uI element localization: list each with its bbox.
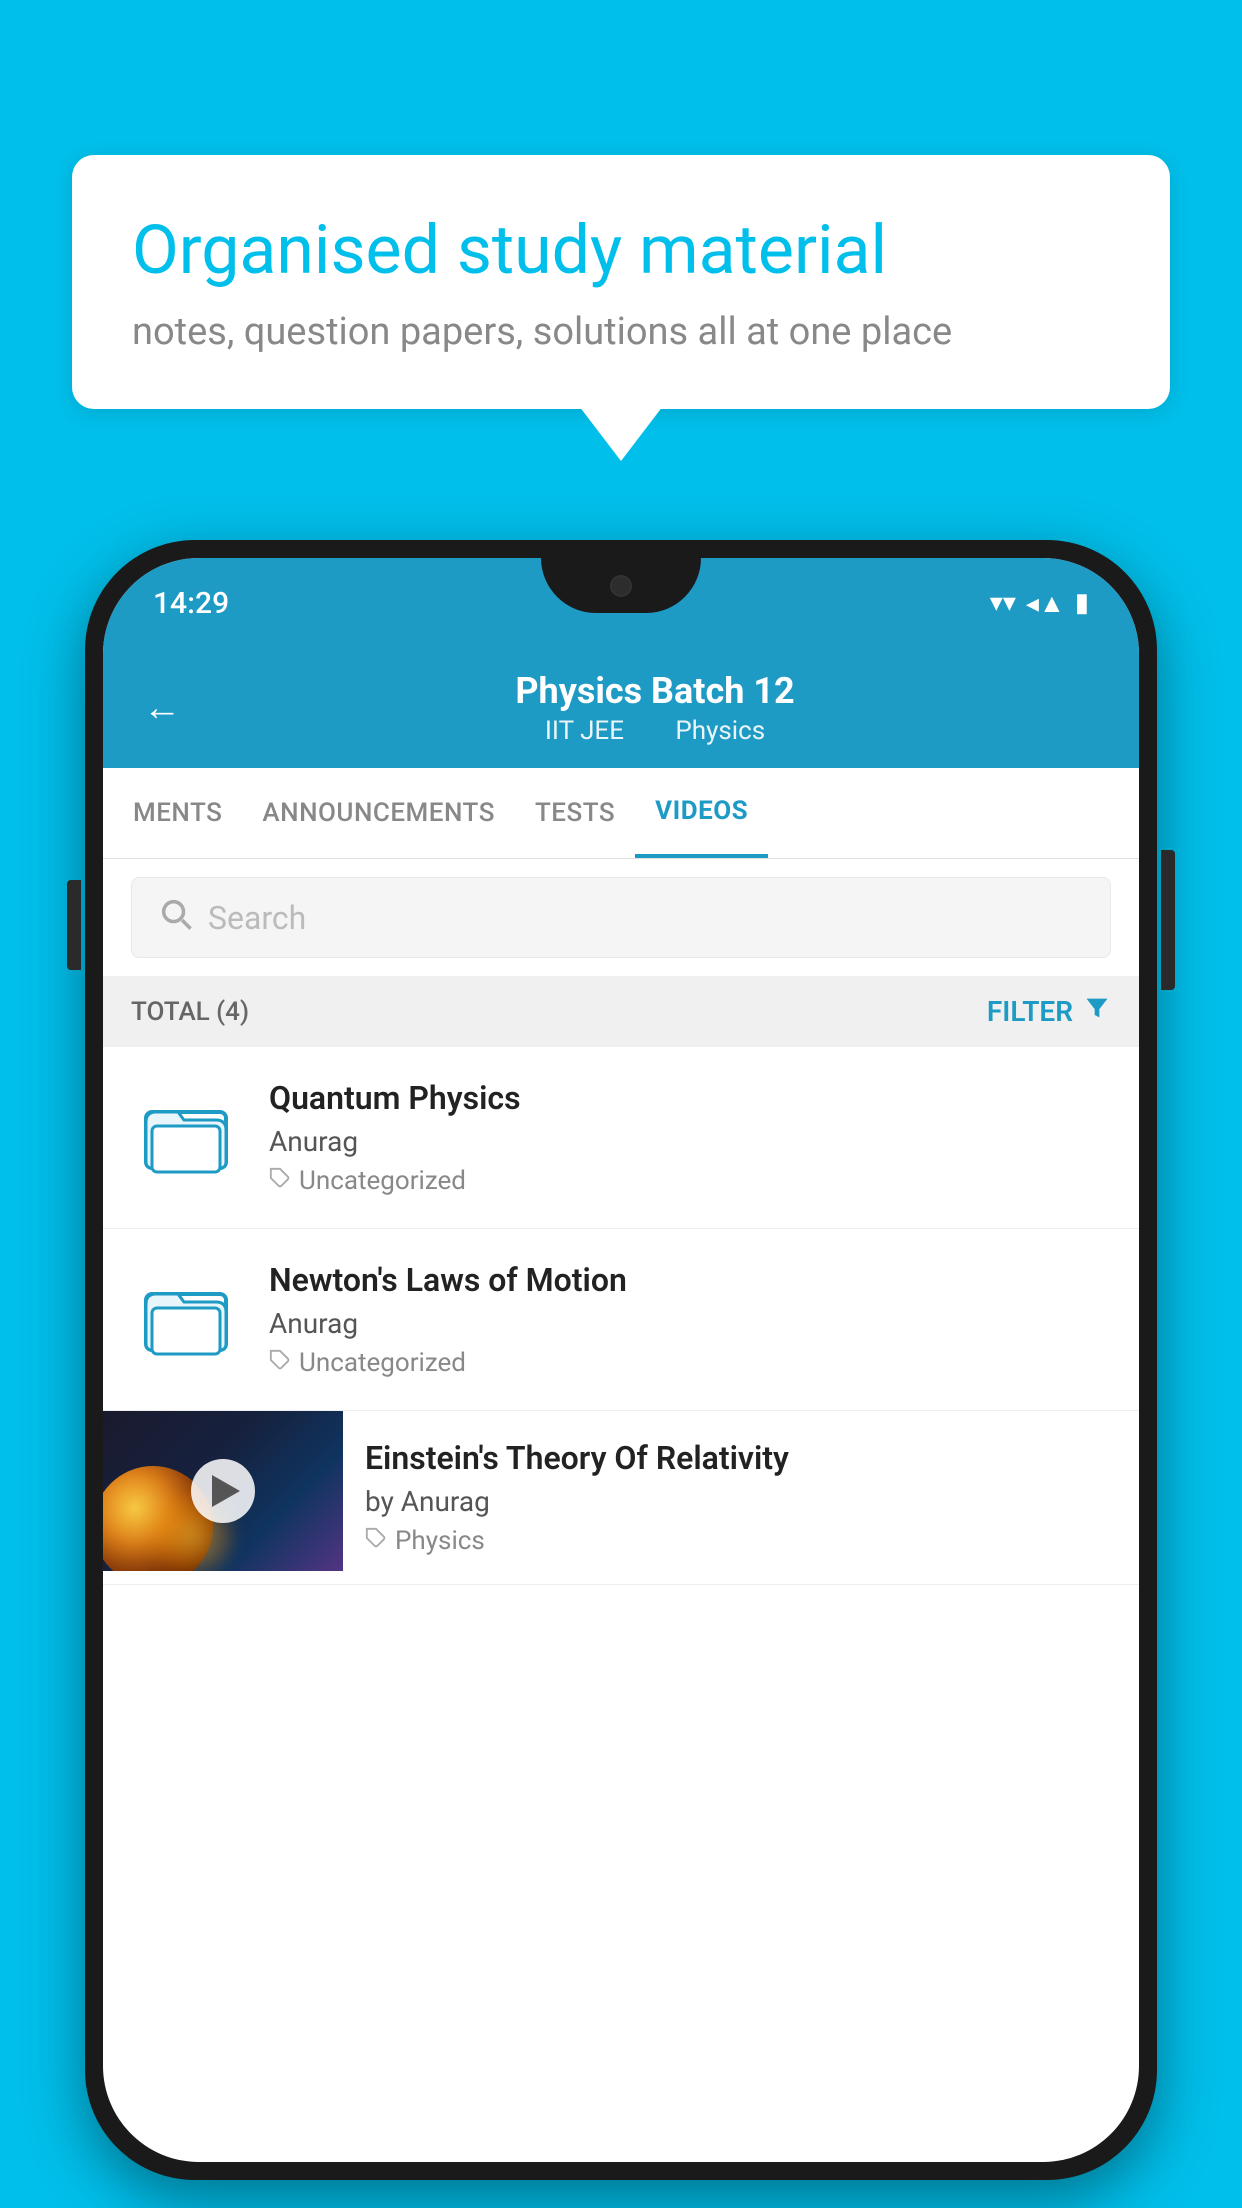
total-count: TOTAL (4) [131, 997, 249, 1027]
video-tag-quantum: Uncategorized [269, 1166, 1111, 1196]
video-item-newton[interactable]: Newton's Laws of Motion Anurag Uncategor… [103, 1229, 1139, 1411]
filter-button[interactable]: FILTER [987, 994, 1111, 1029]
search-placeholder: Search [208, 899, 306, 937]
speech-bubble-subtitle: notes, question papers, solutions all at… [132, 310, 1110, 354]
app-header: ← Physics Batch 12 IIT JEE Physics [103, 648, 1139, 768]
einstein-title: Einstein's Theory Of Relativity [365, 1439, 1111, 1477]
status-bar: 14:29 ▾▾ ◂▲ ▮ [103, 558, 1139, 648]
camera [610, 575, 632, 597]
video-title-quantum: Quantum Physics [269, 1079, 1111, 1117]
video-info-newton: Newton's Laws of Motion Anurag Uncategor… [269, 1261, 1111, 1378]
tag-icon-quantum [269, 1166, 291, 1196]
search-container: Search [103, 859, 1139, 976]
filter-label: FILTER [987, 995, 1073, 1028]
header-subtitle-sep [646, 716, 659, 746]
back-button[interactable]: ← [143, 686, 181, 730]
phone-device: 14:29 ▾▾ ◂▲ ▮ ← Physics Batch 12 IIT JEE [85, 540, 1157, 2180]
play-triangle-icon [212, 1475, 240, 1507]
notch [541, 558, 701, 613]
tab-videos[interactable]: VIDEOS [635, 768, 768, 858]
tab-announcements[interactable]: ANNOUNCEMENTS [242, 770, 515, 856]
video-item-einstein[interactable]: Einstein's Theory Of Relativity by Anura… [103, 1411, 1139, 1585]
status-time: 14:29 [153, 586, 229, 621]
header-subtitle-physics: Physics [675, 716, 765, 746]
einstein-info: Einstein's Theory Of Relativity by Anura… [343, 1411, 1139, 1584]
filter-funnel-icon [1083, 994, 1111, 1029]
tab-ments[interactable]: MENTS [113, 770, 242, 856]
phone-screen: 14:29 ▾▾ ◂▲ ▮ ← Physics Batch 12 IIT JEE [103, 558, 1139, 2162]
search-bar[interactable]: Search [131, 877, 1111, 958]
video-tag-newton: Uncategorized [269, 1348, 1111, 1378]
tag-icon-einstein [365, 1526, 387, 1556]
video-list: Quantum Physics Anurag Uncategorized [103, 1047, 1139, 1585]
video-info-quantum: Quantum Physics Anurag Uncategorized [269, 1079, 1111, 1196]
wifi-icon: ▾▾ [990, 588, 1016, 618]
video-item-quantum[interactable]: Quantum Physics Anurag Uncategorized [103, 1047, 1139, 1229]
einstein-tag: Physics [365, 1526, 1111, 1556]
header-title-area: Physics Batch 12 IIT JEE Physics [211, 670, 1099, 746]
phone-outer: 14:29 ▾▾ ◂▲ ▮ ← Physics Batch 12 IIT JEE [85, 540, 1157, 2180]
filter-bar: TOTAL (4) FILTER [103, 976, 1139, 1047]
speech-bubble-title: Organised study material [132, 210, 1110, 292]
tag-icon-newton [269, 1348, 291, 1378]
einstein-author: by Anurag [365, 1485, 1111, 1518]
video-author-newton: Anurag [269, 1307, 1111, 1340]
battery-icon: ▮ [1075, 588, 1089, 618]
header-title: Physics Batch 12 [211, 670, 1099, 712]
einstein-thumbnail [103, 1411, 343, 1571]
speech-bubble: Organised study material notes, question… [72, 155, 1170, 409]
video-thumb-quantum [131, 1083, 241, 1193]
tab-tests[interactable]: TESTS [515, 770, 635, 856]
header-subtitle-iitjee: IIT JEE [545, 716, 624, 746]
search-icon [158, 896, 192, 939]
status-icons: ▾▾ ◂▲ ▮ [990, 588, 1089, 619]
video-thumb-newton [131, 1265, 241, 1375]
tabs-bar: MENTS ANNOUNCEMENTS TESTS VIDEOS [103, 768, 1139, 859]
video-title-newton: Newton's Laws of Motion [269, 1261, 1111, 1299]
signal-icon: ◂▲ [1026, 588, 1065, 619]
header-subtitle: IIT JEE Physics [211, 716, 1099, 746]
play-button[interactable] [191, 1459, 255, 1523]
video-author-quantum: Anurag [269, 1125, 1111, 1158]
